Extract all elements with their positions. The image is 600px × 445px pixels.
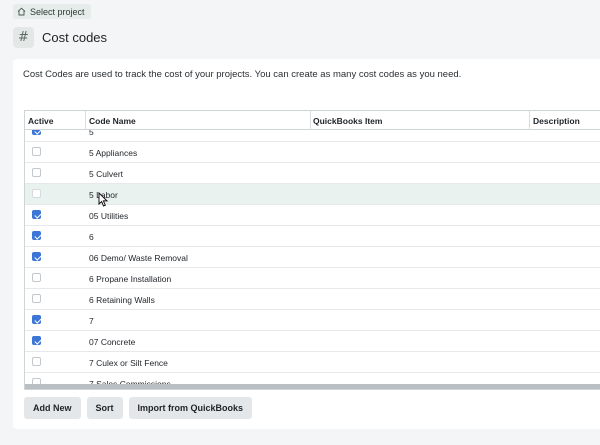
table-header: Active Code Name QuickBooks Item Descrip…: [25, 111, 600, 130]
table-row[interactable]: 6 Retaining Walls: [25, 289, 600, 310]
column-divider: [310, 111, 311, 130]
active-checkbox[interactable]: [32, 315, 41, 324]
table-row[interactable]: 07 Concrete: [25, 331, 600, 352]
table-row[interactable]: 5 Appliances: [25, 142, 600, 163]
column-header-description[interactable]: Description: [533, 116, 580, 126]
home-icon: [17, 7, 26, 16]
page-header: # Cost codes: [13, 27, 107, 48]
table-row[interactable]: 05 Utilities: [25, 205, 600, 226]
page-title: Cost codes: [42, 30, 108, 45]
table-row[interactable]: 6: [25, 226, 600, 247]
table-row[interactable]: 5 Culvert: [25, 163, 600, 184]
breadcrumb[interactable]: Select project: [13, 4, 91, 19]
active-checkbox[interactable]: [32, 210, 41, 219]
code-name-cell: 05 Utilities: [89, 211, 129, 221]
sort-button[interactable]: Sort: [86, 397, 123, 419]
code-name-cell: 6 Retaining Walls: [89, 295, 155, 305]
active-checkbox[interactable]: [32, 189, 41, 198]
code-name-cell: 7 Culex or Silt Fence: [89, 358, 168, 368]
active-checkbox[interactable]: [32, 231, 41, 240]
column-header-code-name[interactable]: Code Name: [89, 116, 136, 126]
active-checkbox[interactable]: [32, 168, 41, 177]
active-checkbox[interactable]: [32, 147, 41, 156]
page-description: Cost Codes are used to track the cost of…: [23, 69, 462, 80]
add-new-button[interactable]: Add New: [24, 397, 81, 419]
column-divider: [85, 111, 86, 130]
code-name-cell: 5 Culvert: [89, 169, 124, 179]
code-name-cell: 6: [89, 232, 94, 242]
active-checkbox[interactable]: [32, 357, 41, 366]
active-checkbox[interactable]: [32, 252, 41, 261]
import-from-quickbooks-button[interactable]: Import from QuickBooks: [128, 397, 253, 419]
table-row[interactable]: 6 Propane Installation: [25, 268, 600, 289]
active-checkbox[interactable]: [32, 294, 41, 303]
column-divider: [529, 111, 530, 130]
column-header-active[interactable]: Active: [28, 116, 54, 126]
code-name-cell: 06 Demo/ Waste Removal: [89, 253, 188, 263]
active-checkbox[interactable]: [32, 273, 41, 282]
active-checkbox[interactable]: [32, 336, 41, 345]
table-row[interactable]: 7 Culex or Silt Fence: [25, 352, 600, 373]
horizontal-scrollbar[interactable]: [25, 384, 600, 389]
breadcrumb-label: Select project: [30, 6, 85, 17]
cost-codes-table: Active Code Name QuickBooks Item Descrip…: [24, 110, 600, 390]
table-row[interactable]: 5 Labor: [25, 184, 600, 205]
hash-icon: #: [13, 27, 34, 48]
table-row[interactable]: 06 Demo/ Waste Removal: [25, 247, 600, 268]
action-bar: Add New Sort Import from QuickBooks: [24, 397, 253, 419]
code-name-cell: 07 Concrete: [89, 337, 136, 347]
mouse-pointer-icon: [98, 191, 109, 212]
code-name-cell: 6 Propane Installation: [89, 274, 172, 284]
code-name-cell: 7: [89, 316, 94, 326]
table-row[interactable]: 7: [25, 310, 600, 331]
column-header-quickbooks-item[interactable]: QuickBooks Item: [313, 116, 382, 126]
cost-codes-card: Cost Codes are used to track the cost of…: [13, 59, 600, 429]
code-name-cell: 5 Appliances: [89, 148, 138, 158]
